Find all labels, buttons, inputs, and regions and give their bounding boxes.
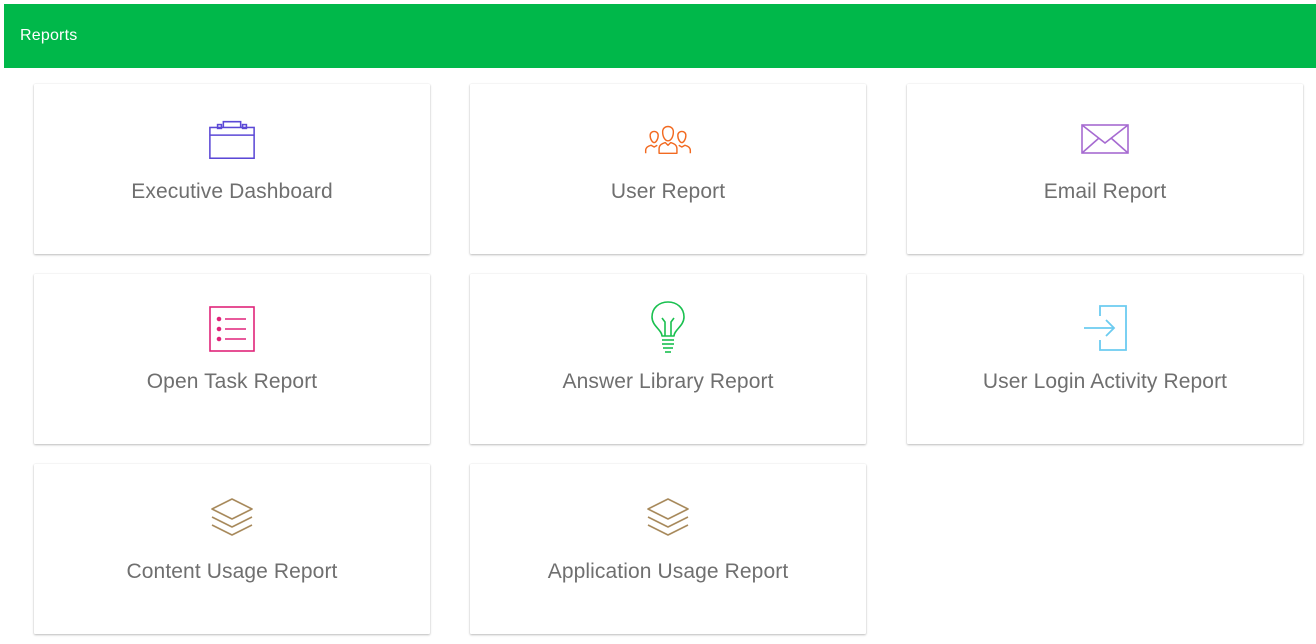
card-label: Executive Dashboard — [131, 180, 333, 203]
layers-icon — [207, 494, 257, 544]
user-report-card[interactable]: User Report — [470, 84, 866, 254]
reports-header: Reports — [4, 4, 1316, 68]
layers-icon — [643, 494, 693, 544]
card-label: User Report — [610, 180, 726, 203]
card-label: Email Report — [1043, 180, 1167, 203]
page-title: Reports — [20, 27, 78, 44]
card-label: Answer Library Report — [562, 370, 774, 393]
content-usage-report-card[interactable]: Content Usage Report — [34, 464, 430, 634]
answer-library-report-card[interactable]: Answer Library Report — [470, 274, 866, 444]
card-label: Open Task Report — [146, 370, 318, 393]
lightbulb-icon — [643, 300, 693, 356]
briefcase-icon — [207, 114, 257, 164]
list-icon — [207, 304, 257, 354]
open-task-report-card[interactable]: Open Task Report — [34, 274, 430, 444]
envelope-icon — [1080, 114, 1130, 164]
user-login-activity-report-card[interactable]: User Login Activity Report — [907, 274, 1303, 444]
users-group-icon — [643, 114, 693, 164]
card-label: User Login Activity Report — [982, 370, 1228, 393]
login-arrow-icon — [1080, 304, 1130, 354]
application-usage-report-card[interactable]: Application Usage Report — [470, 464, 866, 634]
card-label: Application Usage Report — [547, 560, 789, 583]
email-report-card[interactable]: Email Report — [907, 84, 1303, 254]
executive-dashboard-card[interactable]: Executive Dashboard — [34, 84, 430, 254]
card-label: Content Usage Report — [126, 560, 338, 583]
